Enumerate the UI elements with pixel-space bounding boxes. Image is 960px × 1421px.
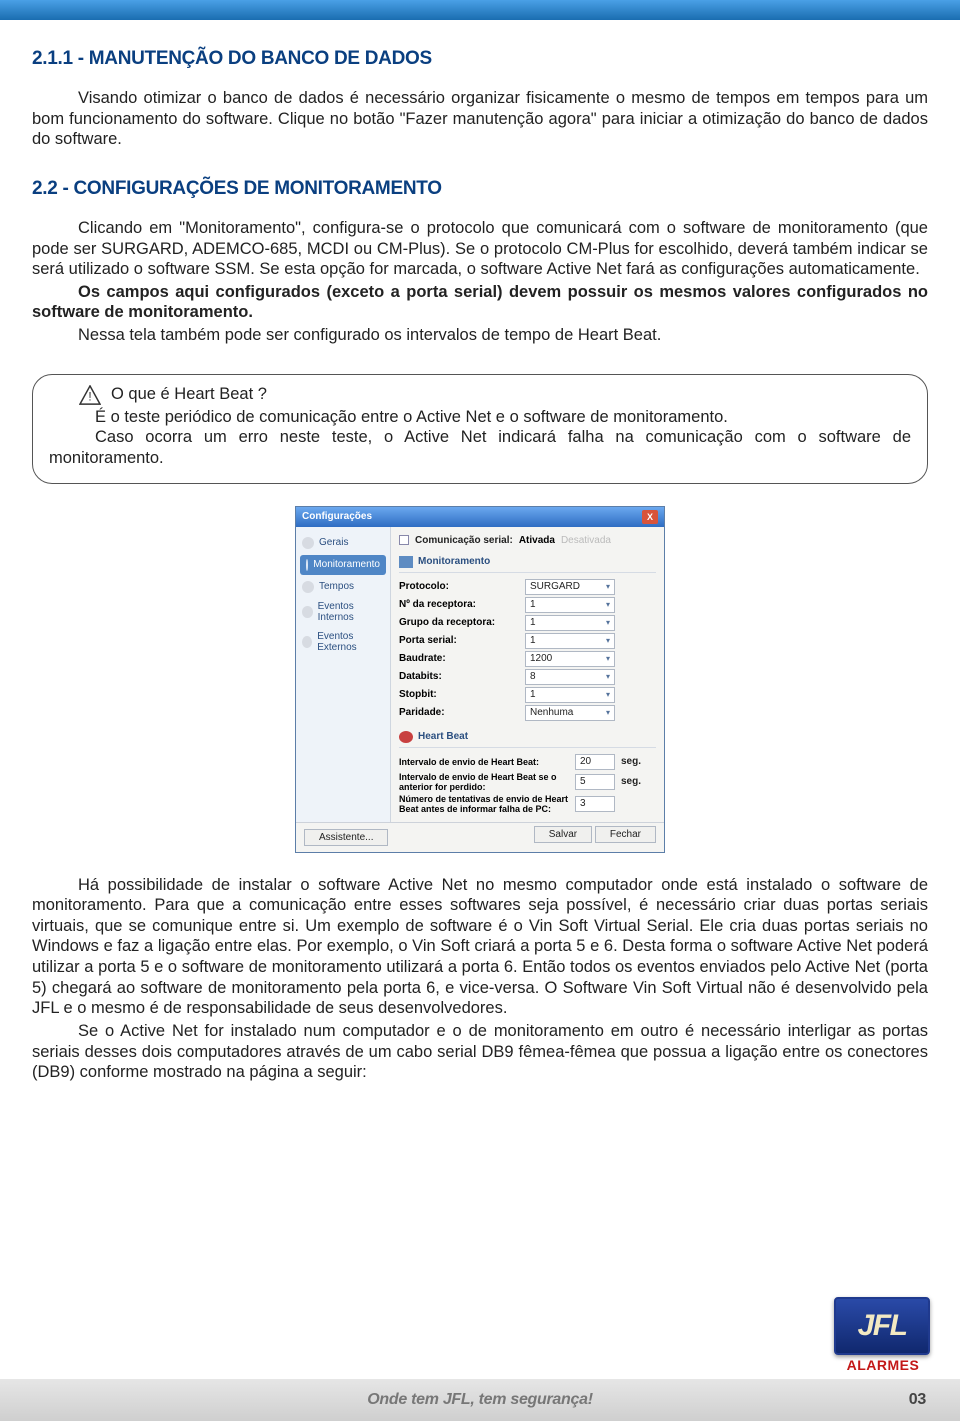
sidebar-item-label: Gerais [319,537,348,548]
checkbox-icon [399,535,409,545]
section-monitoramento: Monitoramento [399,552,656,573]
sidebar-item-label: Eventos Internos [318,601,384,623]
dialog-title: Configurações [302,511,372,522]
serial-comm-row: Comunicação serial: Ativada Desativada [399,535,656,546]
config-row: Stopbit: 1▾ [399,687,656,703]
config-row: Grupo da receptora: 1▾ [399,615,656,631]
config-value: 1▾ [525,687,615,703]
monitor-icon [306,559,308,571]
heartbeat-row: Intervalo de envio de Heart Beat: 20 seg. [399,754,656,770]
chevron-down-icon: ▾ [606,579,610,595]
config-value: 1▾ [525,597,615,613]
section1-paragraph: Visando otimizar o banco de dados é nece… [32,88,928,150]
hb-label: Intervalo de envio de Heart Beat se o an… [399,772,569,792]
logo-badge: JFL [834,1297,930,1355]
footer-slogan: Onde tem JFL, tem segurança! [367,1391,592,1409]
config-label: Baudrate: [399,653,519,664]
chevron-down-icon: ▾ [606,651,610,667]
serial-comm-label: Comunicação serial: [415,535,513,546]
config-label: Protocolo: [399,581,519,592]
monitor-icon [399,556,413,568]
section-label: Monitoramento [418,556,490,567]
callout-answer-2: Caso ocorra um erro neste teste, o Activ… [49,427,911,468]
close-button: Fechar [595,826,656,843]
config-row: Porta serial: 1▾ [399,633,656,649]
page-number: 03 [909,1391,926,1409]
dialog-footer: Assistente... Salvar Fechar [296,822,664,852]
save-button: Salvar [534,826,592,843]
dialog-titlebar: Configurações X [296,507,664,527]
warning-icon: ! [79,385,101,405]
sidebar-item-selected: Monitoramento [300,555,386,575]
heartbeat-row: Intervalo de envio de Heart Beat se o an… [399,772,656,792]
sidebar-item-label: Eventos Externos [317,631,384,653]
config-row: Baudrate: 1200▾ [399,651,656,667]
event-icon [302,636,312,648]
logo-subtext: ALARMES [834,1357,932,1373]
gear-icon [302,537,314,549]
section2-p1: Clicando em "Monitoramento", configura-s… [32,218,928,280]
section2-p3: Nessa tela também pode ser configurado o… [32,325,928,346]
sidebar-item: Gerais [296,533,390,553]
config-value: 1200▾ [525,651,615,667]
chevron-down-icon: ▾ [606,669,610,685]
hb-value: 3 [575,796,615,812]
sidebar-item: Eventos Internos [296,597,390,627]
section-heartbeat: Heart Beat [399,727,656,748]
serial-comm-on: Ativada [519,535,555,546]
chevron-down-icon: ▾ [606,705,610,721]
config-label: Grupo da receptora: [399,617,519,628]
svg-text:!: ! [88,389,91,403]
config-row: Nº da receptora: 1▾ [399,597,656,613]
config-label: Paridade: [399,707,519,718]
config-label: Nº da receptora: [399,599,519,610]
page-top-bar [0,0,960,20]
config-row: Protocolo: SURGARD▾ [399,579,656,595]
sidebar-item-label: Monitoramento [313,559,380,570]
section3-p2: Se o Active Net for instalado num comput… [32,1021,928,1083]
config-label: Databits: [399,671,519,682]
close-icon: X [642,510,658,524]
hb-label: Número de tentativas de envio de Heart B… [399,794,569,814]
config-value: 8▾ [525,669,615,685]
config-value: SURGARD▾ [525,579,615,595]
config-label: Stopbit: [399,689,519,700]
chevron-down-icon: ▾ [606,687,610,703]
hb-value: 20 [575,754,615,770]
serial-comm-off: Desativada [561,535,611,546]
hb-unit: seg. [621,776,641,787]
callout-answer-1: É o teste periódico de comunicação entre… [49,407,911,428]
chevron-down-icon: ▾ [606,615,610,631]
dialog-sidebar: Gerais Monitoramento Tempos Eventos Inte… [296,527,391,822]
config-row: Databits: 8▾ [399,669,656,685]
chevron-down-icon: ▾ [606,597,610,613]
heartbeat-callout: ! O que é Heart Beat ? É o teste periódi… [32,374,928,484]
heart-icon [399,731,413,743]
hb-value: 5 [575,774,615,790]
assistant-button: Assistente... [304,829,388,846]
config-label: Porta serial: [399,635,519,646]
callout-question: O que é Heart Beat ? [111,385,267,404]
chevron-down-icon: ▾ [606,633,610,649]
config-value: Nenhuma▾ [525,705,615,721]
config-value: 1▾ [525,615,615,631]
page-footer: Onde tem JFL, tem segurança! 03 [0,1379,960,1421]
hb-unit: seg. [621,756,641,767]
section3-p1: Há possibilidade de instalar o software … [32,875,928,1019]
config-row: Paridade: Nenhuma▾ [399,705,656,721]
heartbeat-row: Número de tentativas de envio de Heart B… [399,794,656,814]
clock-icon [302,581,314,593]
hb-label: Intervalo de envio de Heart Beat: [399,757,569,767]
sidebar-item: Eventos Externos [296,627,390,657]
section2-p2-bold: Os campos aqui configurados (exceto a po… [32,282,928,323]
config-value: 1▾ [525,633,615,649]
brand-logo: JFL ALARMES [834,1297,932,1373]
sidebar-item-label: Tempos [319,581,354,592]
sidebar-item: Tempos [296,577,390,597]
event-icon [302,606,313,618]
config-dialog-screenshot: Configurações X Gerais Monitoramento Tem… [295,506,665,853]
heading-2-2: 2.2 - CONFIGURAÇÕES DE MONITORAMENTO [32,178,928,200]
heading-2-1-1: 2.1.1 - MANUTENÇÃO DO BANCO DE DADOS [32,48,928,70]
section-label: Heart Beat [418,731,468,742]
